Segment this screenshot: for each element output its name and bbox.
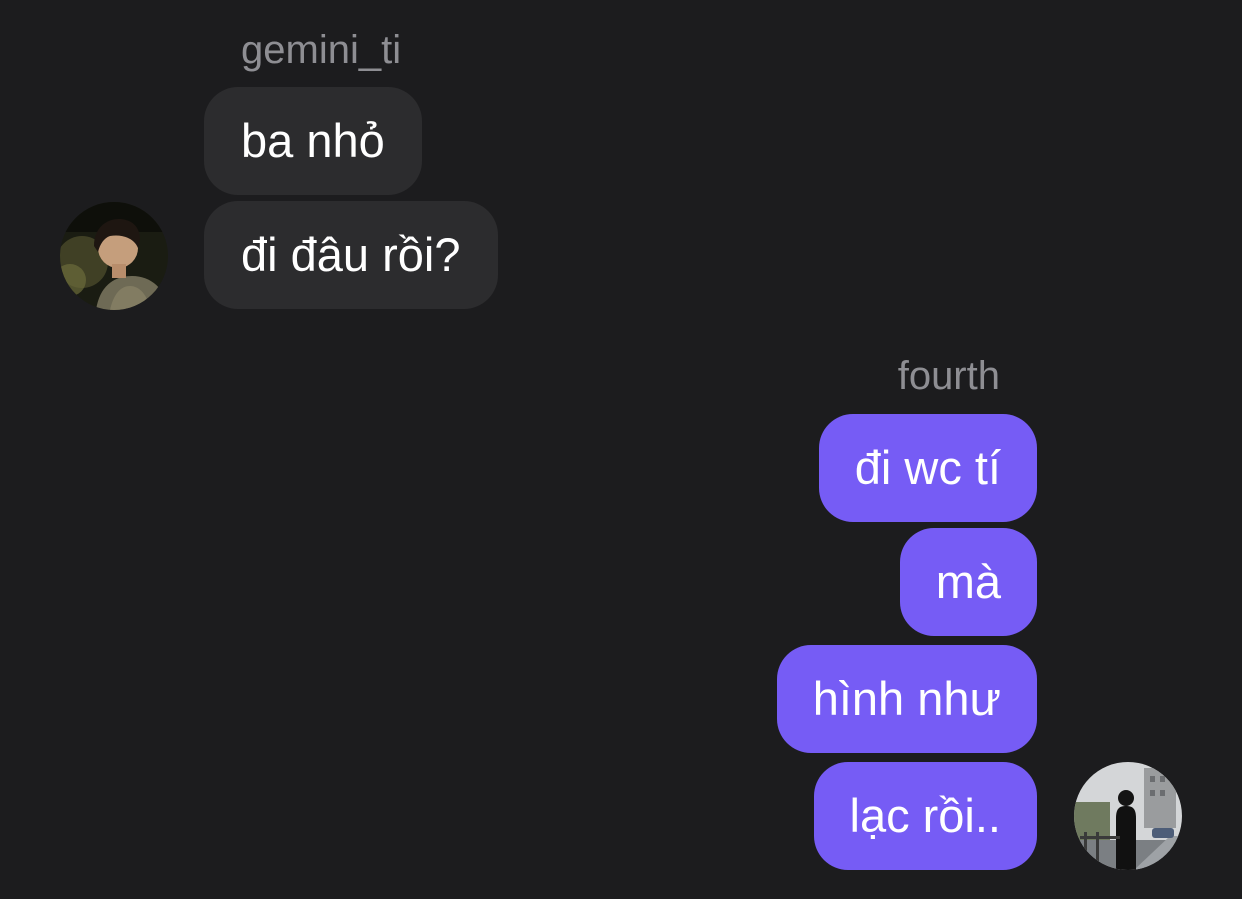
outgoing-message-bubble[interactable]: hình như xyxy=(776,645,1037,753)
incoming-message-bubble[interactable]: đi đâu rồi? xyxy=(204,201,498,309)
incoming-sender-avatar[interactable] xyxy=(60,202,168,310)
incoming-sender-name: gemini_ti xyxy=(241,28,402,72)
outgoing-sender-avatar[interactable] xyxy=(1074,762,1182,870)
avatar-photo-street xyxy=(1074,762,1182,870)
incoming-message-bubble[interactable]: ba nhỏ xyxy=(204,87,422,195)
outgoing-message-bubble[interactable]: lạc rồi.. xyxy=(813,762,1037,870)
avatar-photo-portrait xyxy=(60,202,168,310)
outgoing-sender-name: fourth xyxy=(897,354,1000,398)
outgoing-message-bubble[interactable]: đi wc tí xyxy=(818,414,1037,522)
outgoing-message-bubble[interactable]: mà xyxy=(899,528,1037,636)
